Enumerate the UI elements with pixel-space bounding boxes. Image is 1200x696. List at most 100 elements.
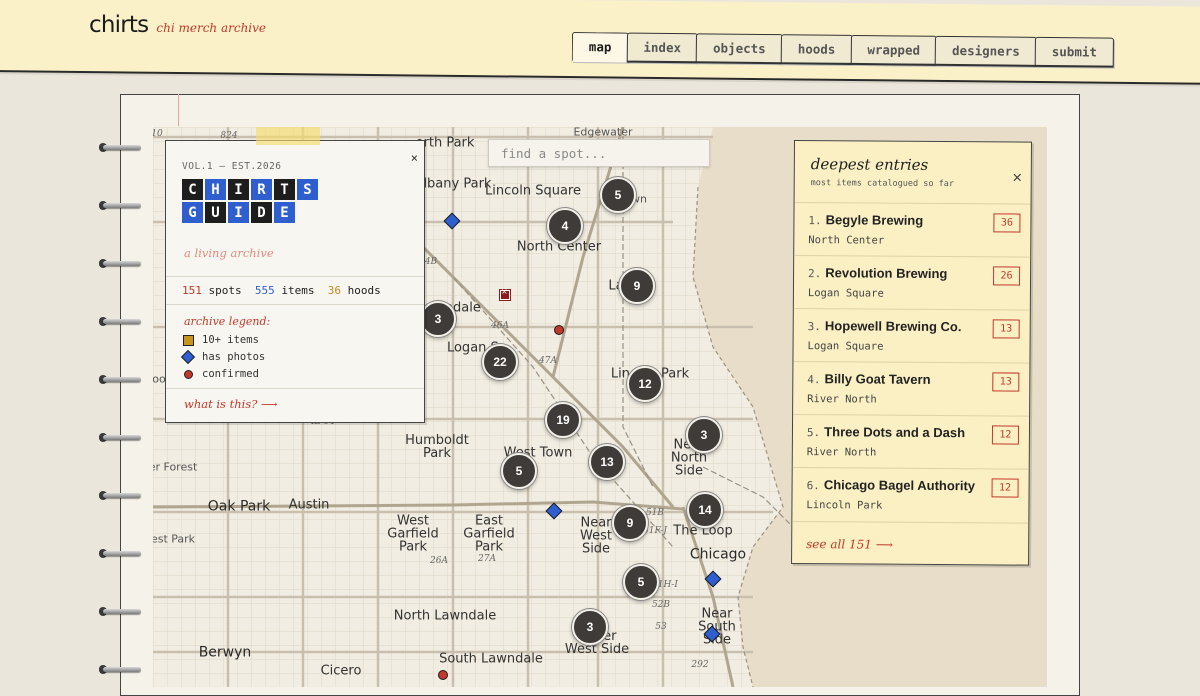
- place-label: er Forest: [153, 460, 198, 474]
- place-label: East Garfield Park: [463, 513, 515, 555]
- place-label: Oak Park: [207, 498, 271, 515]
- entry-row[interactable]: 4. Billy Goat Tavern River North 13: [793, 361, 1030, 417]
- map-cluster-marker[interactable]: 9: [612, 505, 648, 541]
- panel-close-icon[interactable]: ×: [1012, 171, 1023, 186]
- panel-title: deepest entries: [810, 155, 929, 174]
- place-label: Chicago: [689, 546, 747, 563]
- map-cluster-marker[interactable]: 3: [686, 417, 722, 453]
- logo-letter: R: [251, 179, 272, 200]
- entry-name: 6. Chicago Bagel Authority: [807, 477, 976, 493]
- tab-submit[interactable]: submit: [1034, 36, 1115, 68]
- place-label: Albany Park: [414, 176, 492, 192]
- brand[interactable]: chirts chi merch archive: [89, 12, 266, 38]
- tab-designers[interactable]: designers: [934, 35, 1037, 67]
- place-label: Lincoln Square: [485, 183, 581, 199]
- divider: [166, 276, 424, 277]
- binder-ring: [99, 259, 141, 268]
- confirmed-spot-marker[interactable]: [438, 670, 448, 680]
- route-label: 27A: [478, 554, 496, 564]
- place-label: Cicero: [320, 663, 362, 679]
- confirmed-spot-marker[interactable]: [554, 325, 564, 335]
- spots-count: 151: [182, 284, 202, 297]
- map-cluster-marker[interactable]: 5: [600, 177, 636, 213]
- see-all-link[interactable]: see all 151 ⟶: [806, 537, 893, 552]
- binder-ring: [99, 375, 141, 384]
- guide-card: × VOL.1 — EST.2026 C H I R T S G U I D E…: [165, 140, 425, 423]
- map-cluster-marker[interactable]: 19: [545, 402, 581, 438]
- entry-row[interactable]: 5. Three Dots and a Dash River North 12: [792, 414, 1030, 470]
- entry-title[interactable]: Revolution Brewing: [825, 265, 947, 281]
- legend-label: confirmed: [202, 368, 259, 380]
- place-label: Humboldt Park: [405, 433, 469, 461]
- entry-title[interactable]: Hopewell Brewing Co.: [825, 318, 962, 334]
- tab-index[interactable]: index: [626, 32, 699, 64]
- map-cluster-marker[interactable]: 3: [572, 609, 608, 645]
- place-label: West Garfield Park: [387, 513, 439, 555]
- spot-search-input[interactable]: find a spot...: [488, 139, 710, 167]
- entry-title[interactable]: Begyle Brewing: [826, 212, 924, 228]
- place-label: Near South Side: [698, 606, 736, 648]
- margin-line: [178, 94, 179, 126]
- entry-name: 3. Hopewell Brewing Co.: [808, 318, 962, 334]
- brand-name[interactable]: chirts: [89, 12, 149, 38]
- map-cluster-marker[interactable]: 12: [627, 366, 663, 402]
- hoods-label: hoods: [347, 284, 381, 297]
- place-label: est Park: [153, 532, 196, 546]
- logo-letter: T: [274, 179, 295, 200]
- route-label: 47A: [539, 356, 557, 366]
- map-cluster-marker[interactable]: 9: [619, 268, 655, 304]
- route-label: 10: [153, 129, 163, 139]
- place-label: South Lawndale: [439, 651, 543, 667]
- entry-title[interactable]: Billy Goat Tavern: [825, 371, 931, 387]
- binder-ring: [99, 549, 141, 558]
- entry-title[interactable]: Chicago Bagel Authority: [824, 477, 975, 493]
- tab-objects[interactable]: objects: [695, 33, 783, 65]
- entry-rank: 4.: [807, 373, 821, 387]
- map-cluster-marker[interactable]: 4: [547, 208, 583, 244]
- tab-hoods[interactable]: hoods: [780, 34, 853, 65]
- tape-strip: [256, 127, 320, 145]
- what-is-this-link[interactable]: what is this? ⟶: [184, 397, 278, 411]
- guide-tagline: a living archive: [184, 246, 274, 260]
- entry-name: 1. Begyle Brewing: [808, 212, 923, 228]
- legend-row: confirmed: [182, 368, 259, 380]
- place-label: Edgewater: [573, 127, 633, 139]
- route-label: 53: [655, 622, 667, 632]
- tab-wrapped[interactable]: wrapped: [850, 34, 938, 66]
- entry-hood: River North: [806, 446, 877, 459]
- entry-title[interactable]: Three Dots and a Dash: [824, 424, 965, 440]
- entry-name: 2. Revolution Brewing: [808, 265, 947, 281]
- logo-letter: I: [228, 202, 249, 223]
- entry-rank: 1.: [808, 214, 822, 228]
- map-cluster-marker[interactable]: 14: [687, 492, 723, 528]
- entry-hood: Lincoln Park: [806, 499, 883, 512]
- route-label: 52B: [651, 600, 671, 610]
- brand-tagline: chi merch archive: [156, 21, 267, 35]
- entry-rank: 5.: [806, 426, 821, 440]
- map-cluster-marker[interactable]: 3: [420, 301, 456, 337]
- place-label: oo: [153, 372, 166, 386]
- entry-hood: River North: [807, 393, 877, 406]
- map-cluster-marker[interactable]: 13: [589, 444, 625, 480]
- guide-close-icon[interactable]: ×: [411, 151, 418, 165]
- guide-volume: VOL.1 — EST.2026: [182, 161, 282, 172]
- logo-letter: U: [205, 202, 226, 223]
- entry-row[interactable]: 3. Hopewell Brewing Co. Logan Square 13: [793, 308, 1030, 364]
- blue-diamond-icon: [180, 349, 196, 365]
- map-cluster-marker[interactable]: 22: [482, 344, 518, 380]
- entry-row[interactable]: 6. Chicago Bagel Authority Lincoln Park 1…: [792, 466, 1029, 524]
- tab-map[interactable]: map: [571, 32, 629, 63]
- route-label: 4B: [424, 257, 438, 267]
- entry-rank: 6.: [806, 479, 820, 493]
- chirts-guide-logo: C H I R T S G U I D E: [182, 179, 320, 225]
- map-cluster-marker[interactable]: 5: [501, 453, 537, 489]
- binder-ring: [99, 665, 141, 674]
- closed-spot-marker[interactable]: [499, 287, 511, 301]
- logo-letter: G: [182, 202, 203, 223]
- logo-letter: C: [182, 179, 203, 200]
- binder-ring: [99, 607, 141, 616]
- entry-row[interactable]: 2. Revolution Brewing Logan Square 26: [793, 255, 1031, 311]
- map-cluster-marker[interactable]: 5: [623, 564, 659, 600]
- entry-row[interactable]: 1. Begyle Brewing North Center 36: [794, 202, 1031, 258]
- entry-name: 5. Three Dots and a Dash: [807, 424, 965, 440]
